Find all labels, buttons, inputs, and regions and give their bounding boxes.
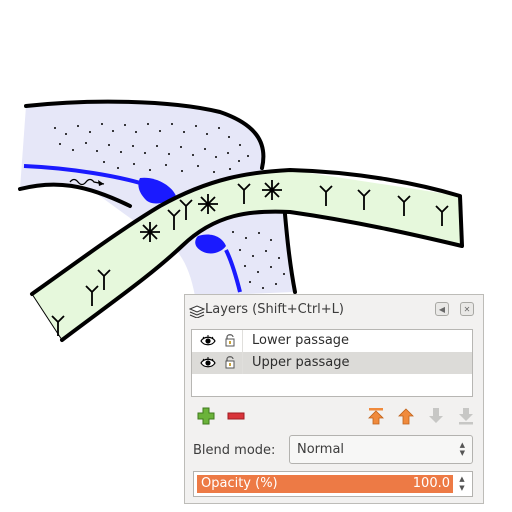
layers-toolbar <box>191 405 473 427</box>
eye-icon[interactable] <box>200 356 216 370</box>
upper-passage-end-cap <box>458 195 464 247</box>
layer-name[interactable]: Lower passage <box>252 333 349 348</box>
layer-row-lower-passage[interactable]: Lower passage <box>192 330 472 352</box>
close-button[interactable]: ✕ <box>460 302 474 316</box>
lower-to-bottom-icon[interactable] <box>457 407 475 425</box>
blend-mode-label: Blend mode: <box>193 443 276 458</box>
column-separator <box>242 352 243 374</box>
dialog-title: Layers (Shift+Ctrl+L) <box>205 302 345 317</box>
remove-layer-icon[interactable] <box>227 407 245 425</box>
column-separator <box>242 330 243 352</box>
opacity-value: 100.0 <box>412 476 450 491</box>
layer-name[interactable]: Upper passage <box>252 355 349 370</box>
lower-layer-icon[interactable] <box>427 407 445 425</box>
blend-mode-select[interactable]: Normal ▲ ▼ <box>289 435 473 464</box>
raise-to-top-icon[interactable] <box>367 407 385 425</box>
dock-button[interactable]: ◀ <box>435 302 449 316</box>
eye-icon[interactable] <box>200 334 216 348</box>
unlock-icon[interactable] <box>224 333 236 347</box>
opacity-slider[interactable]: Opacity (%) 100.0 ▲ ▼ <box>193 471 473 497</box>
raise-layer-icon[interactable] <box>397 407 415 425</box>
select-arrows-icon: ▲ ▼ <box>459 441 465 457</box>
layer-list[interactable]: Lower passage Upper passage <box>191 329 473 397</box>
layers-icon <box>189 305 205 318</box>
blend-mode-value: Normal <box>297 442 345 457</box>
add-layer-icon[interactable] <box>197 407 215 425</box>
close-icon: ✕ <box>463 304 471 314</box>
layers-dialog: Layers (Shift+Ctrl+L) ◀ ✕ Lower passage <box>184 294 484 504</box>
unlock-icon[interactable] <box>224 355 236 369</box>
layer-row-upper-passage[interactable]: Upper passage <box>192 352 472 374</box>
dock-arrow-icon: ◀ <box>438 304 446 314</box>
dialog-titlebar: Layers (Shift+Ctrl+L) ◀ ✕ <box>185 295 483 325</box>
spin-up-icon: ▲ <box>459 475 465 483</box>
spin-down-icon: ▼ <box>459 484 465 492</box>
opacity-label: Opacity (%) <box>201 476 278 491</box>
opacity-spin-button[interactable]: ▲ ▼ <box>455 475 469 493</box>
